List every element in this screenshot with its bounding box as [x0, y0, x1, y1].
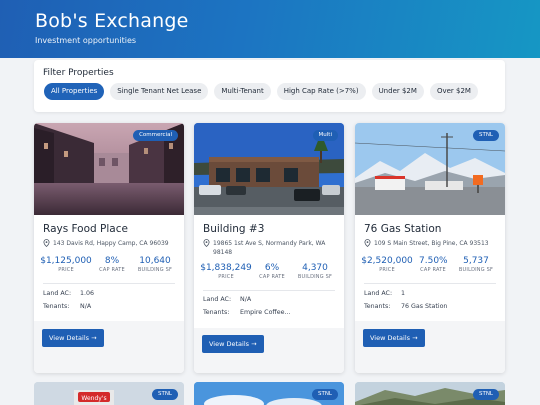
building-sf-label: BUILDING SF — [458, 267, 494, 273]
property-type-badge: STNL — [472, 389, 499, 400]
cap-rate-value: 7.50% — [419, 256, 448, 266]
property-title[interactable]: 76 Gas Station — [364, 223, 441, 235]
property-type-badge: STNL — [472, 130, 499, 141]
price-label: PRICE — [58, 267, 74, 273]
address-text: 109 S Main Street, Big Pine, CA 93513 — [374, 240, 489, 247]
land-label: Land AC: — [43, 290, 72, 297]
building-sf-label: BUILDING SF — [137, 267, 173, 273]
property-type-badge: Multi — [312, 130, 338, 141]
filter-chip-group: All Properties Single Tenant Net Lease M… — [44, 83, 478, 100]
land-value: N/A — [240, 296, 252, 303]
cap-rate-label: CAP RATE — [420, 267, 446, 273]
tenants-row: Tenants: Empire Coffee... — [203, 309, 291, 316]
land-label: Land AC: — [364, 290, 393, 297]
cap-rate-label: CAP RATE — [99, 267, 125, 273]
cap-rate-label: CAP RATE — [259, 274, 285, 280]
filter-chip-high-cap[interactable]: High Cap Rate (>7%) — [276, 83, 366, 100]
wendys-sign: Wendy's — [81, 395, 106, 402]
land-row: Land AC: N/A — [203, 296, 251, 303]
property-card[interactable]: STNL — [194, 382, 344, 405]
building-sf-value: 10,640 — [139, 256, 171, 266]
filter-chip-all[interactable]: All Properties — [44, 83, 105, 100]
tenants-row: Tenants: N/A — [43, 303, 91, 310]
building-sf-label: BUILDING SF — [297, 274, 333, 280]
address-text: 143 Davis Rd, Happy Camp, CA 96039 — [53, 240, 169, 247]
tenants-label: Tenants: — [203, 309, 230, 316]
land-value: 1.06 — [80, 290, 95, 297]
app-header: Bob's Exchange Investment opportunities — [0, 0, 540, 58]
brand-title: Bob's Exchange — [35, 10, 189, 32]
land-row: Land AC: 1 — [364, 290, 405, 297]
tenants-value: 76 Gas Station — [401, 303, 448, 310]
filter-chip-stnl[interactable]: Single Tenant Net Lease — [110, 83, 209, 100]
price-value: $1,125,000 — [40, 256, 92, 266]
filter-title: Filter Properties — [43, 68, 114, 78]
property-address: 109 S Main Street, Big Pine, CA 93513 — [364, 239, 499, 248]
divider — [203, 290, 335, 291]
card-footer: View Details → — [34, 321, 184, 373]
property-photo[interactable]: Commercial — [34, 123, 184, 215]
view-details-button[interactable]: View Details → — [42, 329, 104, 347]
divider — [364, 283, 496, 284]
property-type-badge: Commercial — [133, 130, 178, 141]
building-sf-value: 5,737 — [463, 256, 489, 266]
cap-rate-value: 6% — [264, 263, 280, 273]
card-footer: View Details → — [355, 321, 505, 373]
cap-rate-value: 8% — [104, 256, 120, 266]
tenants-label: Tenants: — [43, 303, 70, 310]
property-address: 19865 1st Ave S, Normandy Park, WA 98148 — [203, 239, 338, 257]
property-card[interactable]: STNL — [355, 382, 505, 405]
property-metrics: $1,125,000 PRICE 8% CAP RATE 10,640 BUILDIN… — [34, 256, 184, 273]
land-label: Land AC: — [203, 296, 232, 303]
price-value: $2,520,000 — [361, 256, 413, 266]
property-photo[interactable]: Multi — [194, 123, 344, 215]
map-pin-icon — [364, 239, 371, 247]
view-details-button[interactable]: View Details → — [202, 335, 264, 353]
property-title[interactable]: Rays Food Place — [43, 223, 128, 235]
price-label: PRICE — [379, 267, 395, 273]
property-metrics: $2,520,000 PRICE 7.50% CAP RATE 5,737 BUILD… — [355, 256, 505, 273]
filter-chip-over-2m[interactable]: Over $2M — [429, 83, 478, 100]
property-card[interactable]: Commercial Rays Food Place 143 Davis Rd,… — [34, 123, 184, 373]
map-pin-icon — [203, 239, 210, 247]
view-details-button[interactable]: View Details → — [363, 329, 425, 347]
property-metrics: $1,838,249 PRICE 6% CAP RATE 4,370 BUILDING… — [194, 263, 344, 280]
filter-chip-under-2m[interactable]: Under $2M — [371, 83, 424, 100]
property-card[interactable]: Wendy's STNL — [34, 382, 184, 405]
divider — [43, 283, 175, 284]
price-value: $1,838,249 — [200, 263, 252, 273]
price-label: PRICE — [218, 274, 234, 280]
property-title[interactable]: Building #3 — [203, 223, 264, 235]
address-text: 19865 1st Ave S, Normandy Park, WA 98148 — [213, 240, 326, 256]
land-row: Land AC: 1.06 — [43, 290, 94, 297]
tenants-value: N/A — [80, 303, 92, 310]
property-address: 143 Davis Rd, Happy Camp, CA 96039 — [43, 239, 178, 248]
filter-chip-multi-tenant[interactable]: Multi-Tenant — [214, 83, 271, 100]
filter-panel: Filter Properties All Properties Single … — [34, 60, 505, 112]
brand-subtitle: Investment opportunities — [35, 36, 137, 45]
property-photo[interactable]: STNL — [355, 123, 505, 215]
property-type-badge: STNL — [311, 389, 338, 400]
property-card[interactable]: Multi Building #3 19865 1st Ave S, Norma… — [194, 123, 344, 373]
tenants-value: Empire Coffee... — [240, 309, 291, 316]
land-value: 1 — [401, 290, 406, 297]
property-type-badge: STNL — [151, 389, 178, 400]
property-card[interactable]: STNL 76 Gas Station 109 S Main Street, B… — [355, 123, 505, 373]
map-pin-icon — [43, 239, 50, 247]
tenants-label: Tenants: — [364, 303, 391, 310]
card-footer: View Details → — [194, 328, 344, 373]
building-sf-value: 4,370 — [302, 263, 328, 273]
tenants-row: Tenants: 76 Gas Station — [364, 303, 447, 310]
